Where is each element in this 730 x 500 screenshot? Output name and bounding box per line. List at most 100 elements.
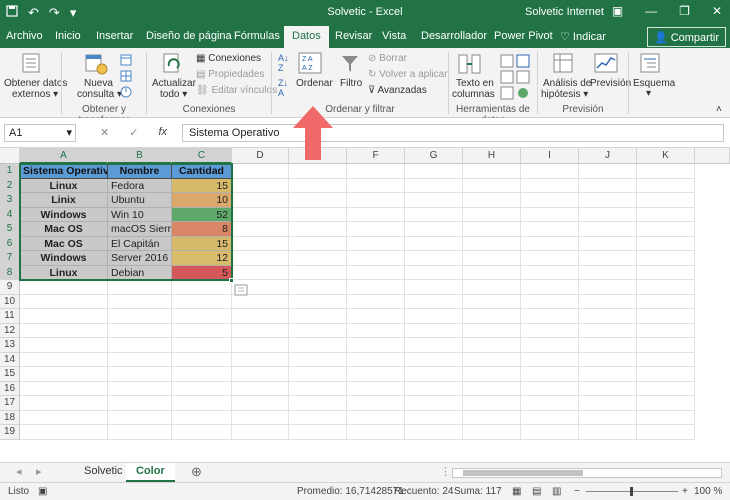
row-header[interactable]: 15 xyxy=(0,367,20,382)
get-external-data-icon[interactable] xyxy=(20,52,42,74)
tab-power-pivot[interactable]: Power Pivot xyxy=(494,30,553,42)
empty-cell[interactable] xyxy=(579,396,637,411)
row-header[interactable]: 13 xyxy=(0,338,20,353)
empty-cell[interactable] xyxy=(232,367,289,382)
empty-cell[interactable] xyxy=(463,193,521,208)
empty-cell[interactable] xyxy=(232,410,289,425)
tab-formulas[interactable]: Fórmulas xyxy=(234,30,280,42)
empty-cell[interactable] xyxy=(347,222,405,237)
empty-cell[interactable] xyxy=(521,265,579,280)
empty-cell[interactable] xyxy=(289,164,347,179)
close-icon[interactable]: ✕ xyxy=(712,4,722,18)
column-header[interactable]: G xyxy=(405,148,463,164)
empty-cell[interactable] xyxy=(463,367,521,382)
share-button[interactable]: 👤 Compartir xyxy=(646,27,726,47)
zoom-slider-thumb[interactable] xyxy=(630,487,633,496)
tab-archivo[interactable]: Archivo xyxy=(6,30,43,42)
quantity-cell[interactable]: 12 xyxy=(172,251,232,266)
empty-cell[interactable] xyxy=(289,236,347,251)
insert-function-icon[interactable]: fx xyxy=(158,126,167,139)
empty-cell[interactable] xyxy=(637,265,695,280)
empty-cell[interactable] xyxy=(289,381,347,396)
empty-cell[interactable] xyxy=(232,381,289,396)
scrollbar-thumb[interactable] xyxy=(463,470,583,476)
row-header[interactable]: 19 xyxy=(0,425,20,440)
name-cell[interactable]: Debian xyxy=(108,265,172,280)
name-cell[interactable]: Win 10 xyxy=(108,207,172,222)
empty-cell[interactable] xyxy=(289,367,347,382)
empty-cell[interactable] xyxy=(579,352,637,367)
empty-cell[interactable] xyxy=(463,425,521,440)
empty-cell[interactable] xyxy=(637,396,695,411)
empty-cell[interactable] xyxy=(637,294,695,309)
empty-cell[interactable] xyxy=(347,323,405,338)
sheet-tab-color[interactable]: Color xyxy=(126,463,175,482)
empty-cell[interactable] xyxy=(579,367,637,382)
empty-cell[interactable] xyxy=(579,381,637,396)
row-header[interactable]: 2 xyxy=(0,178,20,193)
empty-cell[interactable] xyxy=(172,410,232,425)
empty-cell[interactable] xyxy=(463,222,521,237)
properties-button[interactable]: ▤ Propiedades xyxy=(196,69,264,80)
refresh-all-dropdown[interactable]: todo ▾ xyxy=(160,89,187,100)
empty-cell[interactable] xyxy=(405,323,463,338)
empty-cell[interactable] xyxy=(232,178,289,193)
empty-cell[interactable] xyxy=(463,323,521,338)
formula-input[interactable]: Sistema Operativo xyxy=(182,124,724,142)
table-header-cell[interactable]: Cantidad xyxy=(172,164,232,179)
empty-cell[interactable] xyxy=(289,425,347,440)
empty-cell[interactable] xyxy=(579,425,637,440)
empty-cell[interactable] xyxy=(347,425,405,440)
os-cell[interactable]: Linix xyxy=(20,193,108,208)
column-header[interactable]: C xyxy=(172,148,232,164)
tab-desarrollador[interactable]: Desarrollador xyxy=(421,30,487,42)
empty-cell[interactable] xyxy=(232,396,289,411)
column-header[interactable]: D xyxy=(232,148,289,164)
quantity-cell[interactable]: 52 xyxy=(172,207,232,222)
data-tools-icons[interactable] xyxy=(500,54,532,100)
empty-cell[interactable] xyxy=(289,294,347,309)
empty-cell[interactable] xyxy=(172,323,232,338)
empty-cell[interactable] xyxy=(463,236,521,251)
select-all-corner[interactable] xyxy=(0,148,20,164)
row-header[interactable]: 9 xyxy=(0,280,20,295)
empty-cell[interactable] xyxy=(289,222,347,237)
empty-cell[interactable] xyxy=(405,193,463,208)
column-header[interactable]: I xyxy=(521,148,579,164)
what-if-analysis-dropdown[interactable]: hipótesis ▾ xyxy=(541,89,588,100)
row-header[interactable]: 17 xyxy=(0,396,20,411)
name-cell[interactable]: macOS Sierra xyxy=(108,222,172,237)
column-header[interactable]: K xyxy=(637,148,695,164)
tab-vista[interactable]: Vista xyxy=(382,30,406,42)
empty-cell[interactable] xyxy=(172,425,232,440)
quantity-cell[interactable]: 15 xyxy=(172,178,232,193)
empty-cell[interactable] xyxy=(637,323,695,338)
zoom-out-icon[interactable]: − xyxy=(574,486,580,497)
empty-cell[interactable] xyxy=(347,178,405,193)
tab-revisar[interactable]: Revisar xyxy=(335,30,372,42)
empty-cell[interactable] xyxy=(232,338,289,353)
empty-cell[interactable] xyxy=(347,309,405,324)
empty-cell[interactable] xyxy=(637,222,695,237)
empty-cell[interactable] xyxy=(405,309,463,324)
empty-cell[interactable] xyxy=(172,280,232,295)
empty-cell[interactable] xyxy=(108,410,172,425)
sort-button[interactable]: Ordenar xyxy=(296,78,333,89)
empty-cell[interactable] xyxy=(20,425,108,440)
empty-cell[interactable] xyxy=(108,425,172,440)
column-header[interactable]: B xyxy=(108,148,172,164)
collapse-ribbon-icon[interactable]: ˄ xyxy=(716,104,722,115)
outline-icon[interactable] xyxy=(639,52,661,76)
column-header[interactable]: J xyxy=(579,148,637,164)
get-external-data-dropdown[interactable]: externos ▾ xyxy=(12,89,58,100)
empty-cell[interactable] xyxy=(637,367,695,382)
empty-cell[interactable] xyxy=(579,251,637,266)
empty-cell[interactable] xyxy=(405,207,463,222)
tab-datos[interactable]: Datos xyxy=(284,26,329,48)
sort-za-icon[interactable]: Z↓ A xyxy=(278,78,288,98)
page-break-icon[interactable]: ▥ xyxy=(552,486,561,497)
empty-cell[interactable] xyxy=(579,207,637,222)
empty-cell[interactable] xyxy=(232,193,289,208)
new-query-dropdown[interactable]: consulta ▾ xyxy=(77,89,122,100)
row-header[interactable]: 7 xyxy=(0,251,20,266)
